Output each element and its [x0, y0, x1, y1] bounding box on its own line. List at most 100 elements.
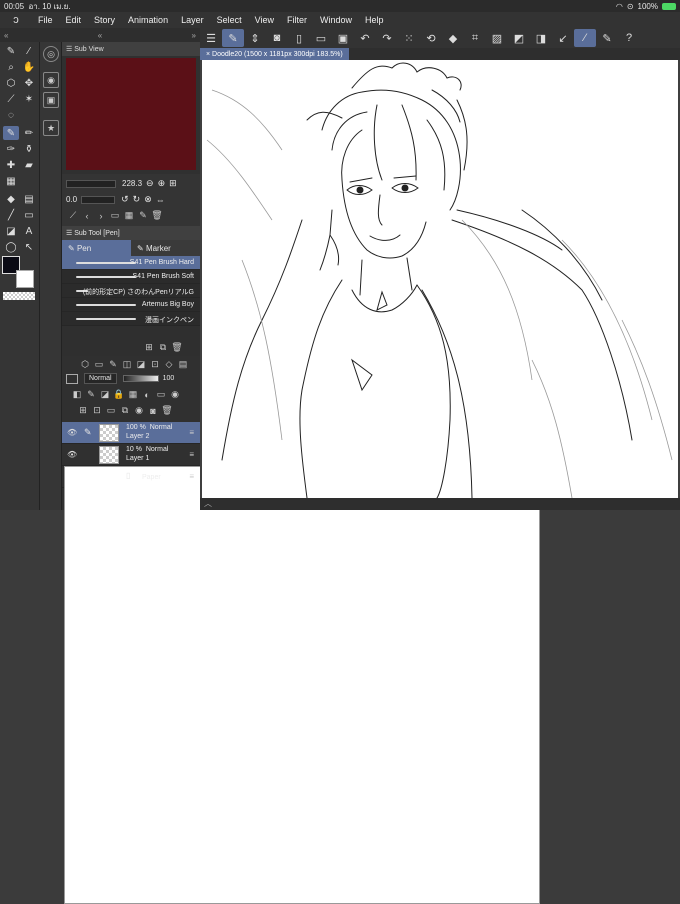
gradient-tool-icon[interactable]: ▤	[21, 192, 37, 206]
reset-rotate-icon[interactable]: ⊗	[144, 194, 152, 205]
layer-tab-icon-3[interactable]: ✎	[106, 359, 120, 370]
figure-tool-icon[interactable]: ◪	[3, 224, 19, 238]
zoom-in-icon[interactable]: ⊕	[158, 178, 166, 189]
clip-below-icon[interactable]: ◩	[508, 29, 530, 47]
expand-up-icon[interactable]: ︿	[204, 499, 212, 508]
fill-tool-icon[interactable]: ◆	[3, 192, 19, 206]
pencil-tool-icon[interactable]: ✏	[21, 126, 37, 140]
lock-icon[interactable]: 🔒	[112, 389, 126, 400]
new-folder-icon[interactable]: ▭	[104, 405, 118, 416]
delete-icon[interactable]: 🗑	[150, 210, 164, 221]
stabilizer-icon[interactable]: ↙	[552, 29, 574, 47]
decoration-tool-icon[interactable]: ✚	[3, 158, 19, 172]
zoom-slider[interactable]	[66, 179, 116, 188]
layer-tab-icon-2[interactable]: ▭	[92, 359, 106, 370]
merge-icon[interactable]: ⧉	[118, 405, 132, 416]
hide-selection-icon[interactable]: ▨	[486, 29, 508, 47]
transparent-color-swatch[interactable]	[3, 292, 35, 300]
clip-icon[interactable]: ◧	[70, 389, 84, 400]
pen-selected-icon[interactable]: ✎	[3, 126, 19, 140]
ref-layer-icon[interactable]: ✎	[84, 389, 98, 400]
rotate-left-icon[interactable]: ↺	[121, 194, 129, 205]
layer-row[interactable]: 👁 10 % Normal Layer 1 ≡	[62, 444, 200, 466]
layer-row[interactable]: 👁 ▯ Paper ≡	[62, 466, 540, 904]
lasso-tool-icon[interactable]: ◌	[3, 108, 19, 122]
ruler-icon[interactable]: ▭	[154, 389, 168, 400]
delete-subtool-icon[interactable]: 🗑	[170, 342, 184, 353]
layer-tab-icon-8[interactable]: ▤	[176, 359, 190, 370]
tab-marker[interactable]: ✎ Marker	[131, 240, 200, 256]
balloon-tool-icon[interactable]: ◯	[3, 240, 19, 254]
line-tool-icon[interactable]: ╱	[3, 208, 19, 222]
drag-handle-icon[interactable]: ≡	[189, 472, 194, 481]
eraser-tool-icon[interactable]: ▰	[21, 158, 37, 172]
eyedropper-tool-icon[interactable]: ⟋	[3, 92, 19, 106]
menu-file[interactable]: File	[38, 15, 53, 25]
frame-tool-icon[interactable]: ▦	[3, 174, 19, 188]
drag-handle-icon[interactable]: ≡	[189, 428, 194, 437]
fit-icon[interactable]: ⊞	[169, 178, 177, 189]
hand-tool-icon[interactable]: ✋	[21, 60, 37, 74]
menu-icon[interactable]: ☰	[200, 29, 222, 47]
menu-story[interactable]: Story	[94, 15, 115, 25]
mask-add-icon[interactable]: ◉	[132, 405, 146, 416]
deselect-icon[interactable]: ⁙	[398, 29, 420, 47]
camera-icon[interactable]: ◙	[266, 29, 288, 47]
correct-line-tool-icon[interactable]: ↖	[21, 240, 37, 254]
palette-color-icon[interactable]: ◉	[168, 389, 182, 400]
image-add-icon[interactable]: ▦	[122, 210, 136, 221]
layer-tab-icon-4[interactable]: ◫	[120, 359, 134, 370]
image-icon[interactable]: ▣	[43, 92, 59, 108]
layer-row[interactable]: 👁 ✎ 100 % Normal Layer 2 ≡	[62, 422, 200, 444]
zoom-out-icon[interactable]: ⊖	[146, 178, 154, 189]
canvas-area[interactable]	[200, 60, 680, 498]
lock-transparency-icon[interactable]: ▦	[126, 389, 140, 400]
lock-draft-icon[interactable]: ◪	[98, 389, 112, 400]
redo-icon[interactable]: ↷	[376, 29, 398, 47]
brush-tool-icon[interactable]: ⁄	[21, 44, 37, 58]
menu-animation[interactable]: Animation	[128, 15, 168, 25]
subview-canvas[interactable]	[66, 58, 196, 170]
menu-window[interactable]: Window	[320, 15, 352, 25]
layer-option-icon[interactable]	[66, 373, 78, 384]
menu-edit[interactable]: Edit	[66, 15, 82, 25]
brush-item[interactable]: 漫画インクペン	[62, 312, 200, 326]
move-tool-icon[interactable]: ✥	[21, 76, 37, 90]
folder-icon[interactable]: ▭	[108, 210, 122, 221]
eyedropper-icon[interactable]: ⟋	[66, 210, 80, 221]
rotate-slider[interactable]	[81, 195, 116, 204]
add-subtool-icon[interactable]: ⊞	[142, 342, 156, 353]
blend-mode-select[interactable]: Normal	[84, 373, 117, 384]
clear-icon[interactable]: ⟲	[420, 29, 442, 47]
rotate-right-icon[interactable]: ↻	[133, 194, 141, 205]
collapse-left-icon[interactable]: «	[4, 31, 8, 40]
layer-tab-icon-5[interactable]: ◪	[134, 359, 148, 370]
layer-tab-icon-7[interactable]: ◇	[162, 359, 176, 370]
invert-icon[interactable]: ◨	[530, 29, 552, 47]
app-logo-icon[interactable]: ↄ	[8, 13, 24, 27]
brush-item[interactable]: S41 Pen Brush Soft	[62, 270, 200, 284]
text-tool-icon[interactable]: A	[21, 224, 37, 238]
zoom-tool-icon[interactable]: ⌕	[3, 60, 19, 74]
airbrush-tool-icon[interactable]: ✑	[3, 142, 19, 156]
menu-view[interactable]: View	[255, 15, 274, 25]
pen-tool-icon[interactable]: ✎	[3, 44, 19, 58]
new-raster-layer-icon[interactable]: ⊞	[76, 405, 90, 416]
edit-mode-icon[interactable]: ✎	[222, 29, 244, 47]
magic-wand-icon[interactable]: ✶	[21, 92, 37, 106]
layer-tab-icon[interactable]: ⬡	[78, 359, 92, 370]
blend-tool-icon[interactable]: ⚱	[21, 142, 37, 156]
save-icon[interactable]: ▣	[332, 29, 354, 47]
drag-handle-icon[interactable]: ≡	[189, 450, 194, 459]
prev-icon[interactable]: ‹	[80, 211, 94, 221]
brush-item[interactable]: (前的形定CP) さのわんPenリアルG	[62, 284, 200, 298]
new-vector-layer-icon[interactable]: ⊡	[90, 405, 104, 416]
menu-select[interactable]: Select	[217, 15, 242, 25]
brush-item[interactable]: S41 Pen Brush Hard	[62, 256, 200, 270]
operation-tool-icon[interactable]: ⬡	[3, 76, 19, 90]
menu-filter[interactable]: Filter	[287, 15, 307, 25]
drawing-canvas[interactable]	[202, 60, 678, 498]
mask-icon[interactable]: ◐	[140, 390, 154, 400]
layer-tab-icon-6[interactable]: ⊡	[148, 359, 162, 370]
opacity-slider[interactable]	[122, 375, 159, 382]
